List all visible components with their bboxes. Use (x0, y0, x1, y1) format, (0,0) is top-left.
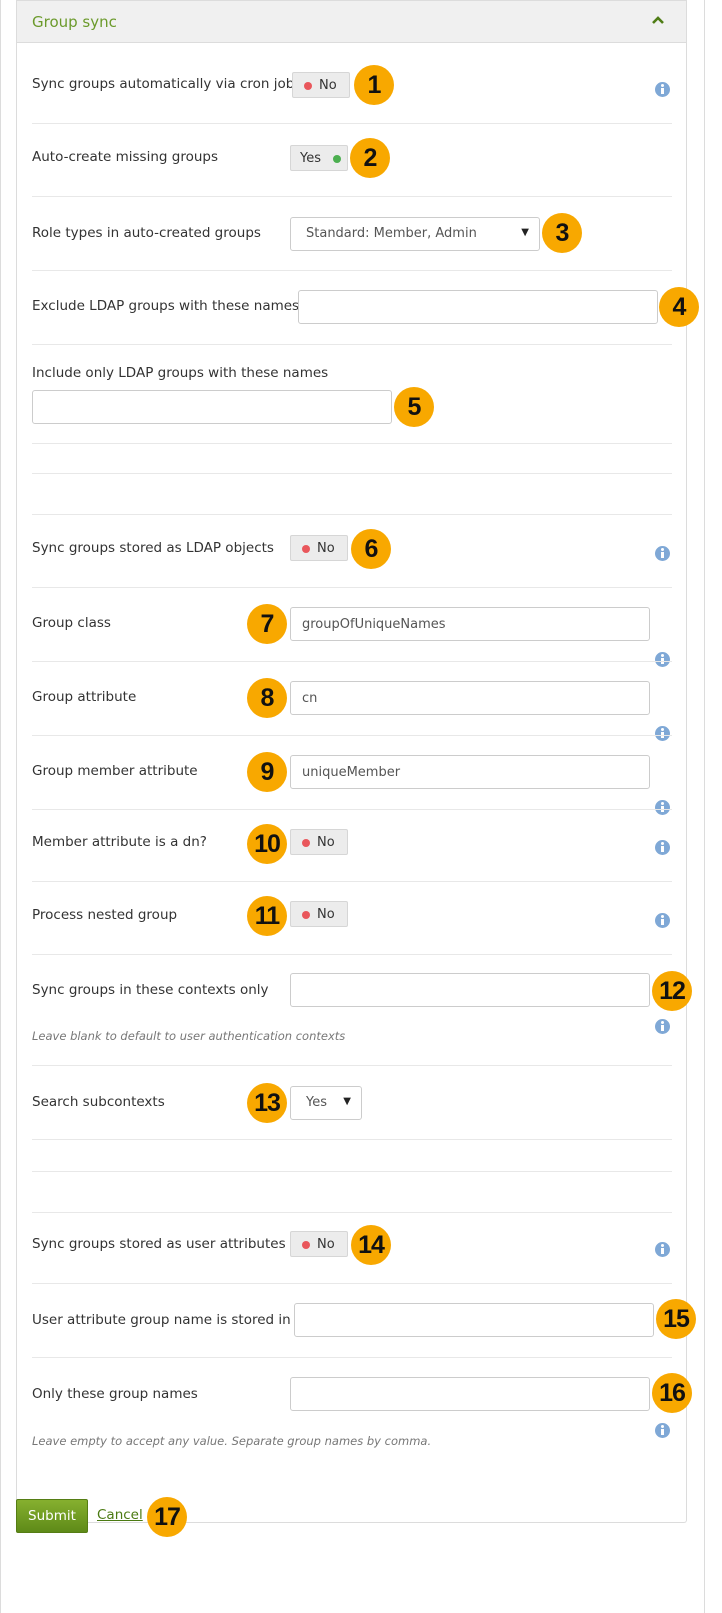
submit-button[interactable]: Submit (16, 1499, 88, 1533)
callout-badge: 14 (351, 1225, 391, 1265)
contexts-input[interactable] (290, 973, 650, 1007)
callout-badge: 11 (247, 896, 287, 936)
callout-badge: 3 (542, 213, 582, 253)
subcontexts-label: Search subcontexts (32, 1094, 165, 1110)
info-icon[interactable] (655, 726, 670, 741)
member-is-dn-switch[interactable]: No (290, 829, 348, 855)
callout-badge: 6 (351, 529, 391, 569)
divider (32, 1212, 672, 1213)
divider (32, 661, 672, 662)
subcontexts-select[interactable]: Yes ▼ (290, 1086, 362, 1120)
contexts-label: Sync groups in these contexts only (32, 982, 269, 998)
callout-badge: 4 (659, 287, 699, 327)
callout-badge: 10 (247, 824, 287, 864)
nested-group-switch[interactable]: No (290, 901, 348, 927)
callout-badge: 13 (247, 1083, 287, 1123)
divider (32, 881, 672, 882)
user-attr-group-label: User attribute group name is stored in (32, 1312, 291, 1328)
group-sync-panel: Group sync Sync groups automatically via… (16, 0, 699, 1523)
divider (32, 270, 672, 271)
divider (32, 954, 672, 955)
divider (32, 1283, 672, 1284)
auto-create-switch[interactable]: Yes (290, 145, 348, 171)
info-icon[interactable] (655, 1019, 670, 1034)
only-group-names-input[interactable] (290, 1377, 650, 1411)
callout-badge: 17 (147, 1497, 187, 1537)
info-icon[interactable] (655, 546, 670, 561)
user-attr-group-input[interactable] (294, 1303, 654, 1337)
group-attribute-input[interactable] (290, 681, 650, 715)
callout-badge: 9 (247, 752, 287, 792)
info-icon[interactable] (655, 652, 670, 667)
info-icon[interactable] (655, 913, 670, 928)
status-dot (302, 545, 310, 553)
sync-cron-switch[interactable]: No (292, 72, 350, 98)
divider (32, 1357, 672, 1358)
info-icon[interactable] (655, 82, 670, 97)
divider (32, 344, 672, 345)
panel-header[interactable]: Group sync (17, 0, 686, 43)
divider (32, 809, 672, 810)
exclude-ldap-input[interactable] (298, 290, 658, 324)
callout-badge: 1 (354, 65, 394, 105)
sync-user-attrs-label: Sync groups stored as user attributes (32, 1236, 286, 1252)
include-ldap-input[interactable] (32, 390, 392, 424)
cancel-link[interactable]: Cancel (97, 1507, 143, 1523)
divider (32, 514, 672, 515)
divider (32, 1065, 672, 1066)
callout-badge: 16 (652, 1373, 692, 1413)
only-group-names-label: Only these group names (32, 1386, 198, 1402)
exclude-ldap-label: Exclude LDAP groups with these names (32, 298, 300, 314)
status-dot (302, 839, 310, 847)
member-is-dn-label: Member attribute is a dn? (32, 834, 207, 850)
info-icon[interactable] (655, 800, 670, 815)
callout-badge: 5 (394, 387, 434, 427)
divider (32, 443, 672, 444)
divider (32, 1139, 672, 1140)
callout-badge: 2 (350, 138, 390, 178)
callout-badge: 7 (247, 604, 287, 644)
sync-ldap-objects-label: Sync groups stored as LDAP objects (32, 540, 274, 556)
group-member-attribute-input[interactable] (290, 755, 650, 789)
info-icon[interactable] (655, 1423, 670, 1438)
contexts-description: Leave blank to default to user authentic… (32, 1029, 346, 1043)
nested-group-label: Process nested group (32, 907, 178, 923)
divider (32, 1171, 672, 1172)
only-group-names-description: Leave empty to accept any value. Separat… (32, 1434, 432, 1448)
panel-title: Group sync (32, 13, 117, 31)
sync-ldap-objects-switch[interactable]: No (290, 535, 348, 561)
divider (32, 123, 672, 124)
caret-down-icon: ▼ (521, 227, 529, 238)
info-icon[interactable] (655, 1242, 670, 1257)
divider (32, 473, 672, 474)
status-dot (304, 82, 312, 90)
divider (32, 587, 672, 588)
status-dot (333, 155, 341, 163)
callout-badge: 8 (247, 678, 287, 718)
chevron-up-icon[interactable] (650, 12, 666, 28)
group-attribute-label: Group attribute (32, 689, 137, 705)
sync-cron-label: Sync groups automatically via cron job (32, 76, 295, 92)
role-types-label: Role types in auto-created groups (32, 225, 261, 241)
callout-badge: 15 (656, 1299, 696, 1339)
status-dot (302, 1241, 310, 1249)
include-ldap-label: Include only LDAP groups with these name… (32, 365, 329, 381)
info-icon[interactable] (655, 840, 670, 855)
status-dot (302, 911, 310, 919)
divider (32, 196, 672, 197)
group-class-label: Group class (32, 615, 111, 631)
auto-create-label: Auto-create missing groups (32, 149, 218, 165)
sync-user-attrs-switch[interactable]: No (290, 1231, 348, 1257)
group-class-input[interactable] (290, 607, 650, 641)
caret-down-icon: ▼ (343, 1096, 351, 1107)
callout-badge: 12 (652, 971, 692, 1011)
role-types-select[interactable]: Standard: Member, Admin ▼ (290, 217, 540, 251)
divider (32, 735, 672, 736)
group-member-attribute-label: Group member attribute (32, 763, 198, 779)
